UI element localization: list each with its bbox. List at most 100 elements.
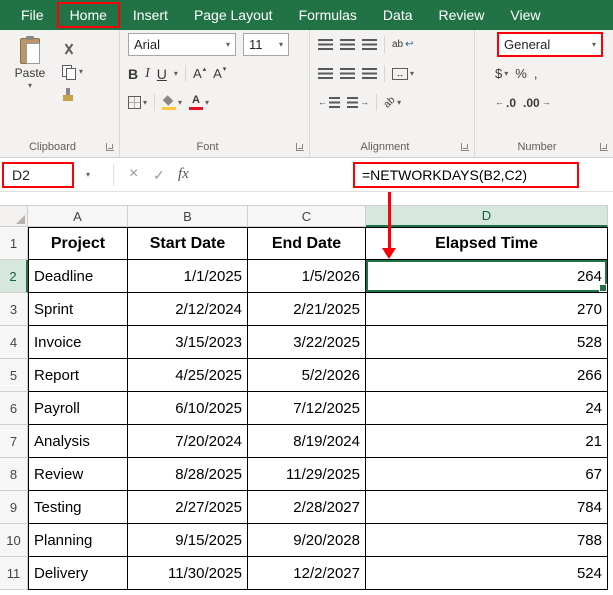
- row-header-5[interactable]: 5: [0, 359, 28, 392]
- tab-home[interactable]: Home: [56, 2, 120, 28]
- cell-D9[interactable]: 784: [366, 491, 608, 524]
- increase-font-size-button[interactable]: A ▴: [193, 66, 206, 81]
- percent-style-button[interactable]: %: [515, 66, 527, 81]
- cell-A11[interactable]: Delivery: [28, 557, 128, 590]
- cell-D10[interactable]: 788: [366, 524, 608, 557]
- cell-A6[interactable]: Payroll: [28, 392, 128, 425]
- name-box[interactable]: D2: [2, 162, 74, 188]
- cell-A2[interactable]: Deadline: [28, 260, 128, 293]
- tab-formulas[interactable]: Formulas: [286, 2, 370, 28]
- font-size-select[interactable]: 11 ▾: [243, 33, 289, 56]
- cell-A5[interactable]: Report: [28, 359, 128, 392]
- font-dialog-launcher-icon[interactable]: [296, 143, 304, 151]
- row-header-6[interactable]: 6: [0, 392, 28, 425]
- enter-icon[interactable]: ✓: [153, 167, 165, 184]
- column-header-c[interactable]: C: [248, 205, 366, 227]
- cell-A3[interactable]: Sprint: [28, 293, 128, 326]
- tab-review[interactable]: Review: [426, 2, 498, 28]
- chevron-down-icon[interactable]: ▾: [174, 69, 178, 78]
- tab-insert[interactable]: Insert: [120, 2, 181, 28]
- cell-C4[interactable]: 3/22/2025: [248, 326, 366, 359]
- orientation-button[interactable]: ab ▾: [382, 95, 401, 111]
- cell-C8[interactable]: 11/29/2025: [248, 458, 366, 491]
- align-middle-button[interactable]: [340, 39, 355, 50]
- cell-D2[interactable]: 264: [366, 260, 608, 293]
- cell-C11[interactable]: 12/2/2027: [248, 557, 366, 590]
- align-top-button[interactable]: [318, 39, 333, 50]
- cell-D4[interactable]: 528: [366, 326, 608, 359]
- cell-B5[interactable]: 4/25/2025: [128, 359, 248, 392]
- cell-A9[interactable]: Testing: [28, 491, 128, 524]
- cell-C7[interactable]: 8/19/2024: [248, 425, 366, 458]
- cell-A8[interactable]: Review: [28, 458, 128, 491]
- column-header-d[interactable]: D: [366, 205, 608, 227]
- copy-button[interactable]: ▾: [62, 64, 83, 80]
- number-dialog-launcher-icon[interactable]: [600, 143, 608, 151]
- align-center-button[interactable]: [340, 68, 355, 79]
- alignment-dialog-launcher-icon[interactable]: [461, 143, 469, 151]
- cell-B2[interactable]: 1/1/2025: [128, 260, 248, 293]
- cell-A1[interactable]: Project: [28, 227, 128, 260]
- column-header-a[interactable]: A: [28, 205, 128, 227]
- row-header-4[interactable]: 4: [0, 326, 28, 359]
- cell-D8[interactable]: 67: [366, 458, 608, 491]
- align-right-button[interactable]: [362, 68, 377, 79]
- decrease-indent-button[interactable]: ←: [318, 97, 340, 108]
- insert-function-icon[interactable]: fx: [178, 166, 189, 183]
- number-format-select[interactable]: General ▾: [497, 32, 603, 57]
- tab-data[interactable]: Data: [370, 2, 426, 28]
- formula-input[interactable]: =NETWORKDAYS(B2,C2): [353, 162, 579, 188]
- tab-file[interactable]: File: [8, 2, 57, 28]
- underline-button[interactable]: U: [157, 67, 167, 81]
- cell-C2[interactable]: 1/5/2026: [248, 260, 366, 293]
- cell-D5[interactable]: 266: [366, 359, 608, 392]
- row-header-2[interactable]: 2: [0, 260, 28, 293]
- row-header-1[interactable]: 1: [0, 227, 28, 260]
- cancel-icon[interactable]: ×: [129, 165, 138, 183]
- tab-view[interactable]: View: [497, 2, 553, 28]
- merge-center-button[interactable]: ↔ ▾: [392, 67, 414, 80]
- name-box-chevron-icon[interactable]: ▾: [86, 171, 90, 179]
- cell-C3[interactable]: 2/21/2025: [248, 293, 366, 326]
- cell-B9[interactable]: 2/27/2025: [128, 491, 248, 524]
- column-header-b[interactable]: B: [128, 205, 248, 227]
- cell-A7[interactable]: Analysis: [28, 425, 128, 458]
- cell-A10[interactable]: Planning: [28, 524, 128, 557]
- cell-C5[interactable]: 5/2/2026: [248, 359, 366, 392]
- cell-B3[interactable]: 2/12/2024: [128, 293, 248, 326]
- tab-page-layout[interactable]: Page Layout: [181, 2, 286, 28]
- cell-B6[interactable]: 6/10/2025: [128, 392, 248, 425]
- format-painter-button[interactable]: [62, 87, 83, 103]
- cell-B1[interactable]: Start Date: [128, 227, 248, 260]
- row-header-8[interactable]: 8: [0, 458, 28, 491]
- row-header-9[interactable]: 9: [0, 491, 28, 524]
- increase-indent-button[interactable]: →: [347, 97, 369, 108]
- accounting-format-button[interactable]: $ ▾: [495, 66, 508, 81]
- select-all-corner[interactable]: [0, 205, 28, 227]
- decrease-font-size-button[interactable]: A ▾: [213, 66, 226, 81]
- cell-B10[interactable]: 9/15/2025: [128, 524, 248, 557]
- cell-D11[interactable]: 524: [366, 557, 608, 590]
- bold-button[interactable]: B: [128, 67, 138, 81]
- cell-A4[interactable]: Invoice: [28, 326, 128, 359]
- clipboard-dialog-launcher-icon[interactable]: [106, 143, 114, 151]
- cell-B11[interactable]: 11/30/2025: [128, 557, 248, 590]
- cut-button[interactable]: [62, 41, 83, 57]
- cell-B8[interactable]: 8/28/2025: [128, 458, 248, 491]
- fill-color-button[interactable]: ▾: [162, 96, 182, 110]
- align-left-button[interactable]: [318, 68, 333, 79]
- cell-B7[interactable]: 7/20/2024: [128, 425, 248, 458]
- cell-B4[interactable]: 3/15/2023: [128, 326, 248, 359]
- cell-D6[interactable]: 24: [366, 392, 608, 425]
- align-bottom-button[interactable]: [362, 39, 377, 50]
- cell-C1[interactable]: End Date: [248, 227, 366, 260]
- row-header-7[interactable]: 7: [0, 425, 28, 458]
- cell-D3[interactable]: 270: [366, 293, 608, 326]
- decrease-decimal-button[interactable]: .00 →: [523, 96, 551, 110]
- italic-button[interactable]: I: [145, 66, 150, 81]
- paste-button[interactable]: Paste ▾: [8, 36, 52, 103]
- cell-D1[interactable]: Elapsed Time: [366, 227, 608, 260]
- borders-button[interactable]: ▾: [128, 96, 147, 109]
- font-color-button[interactable]: A ▾: [189, 95, 209, 110]
- increase-decimal-button[interactable]: ← .0: [495, 96, 516, 110]
